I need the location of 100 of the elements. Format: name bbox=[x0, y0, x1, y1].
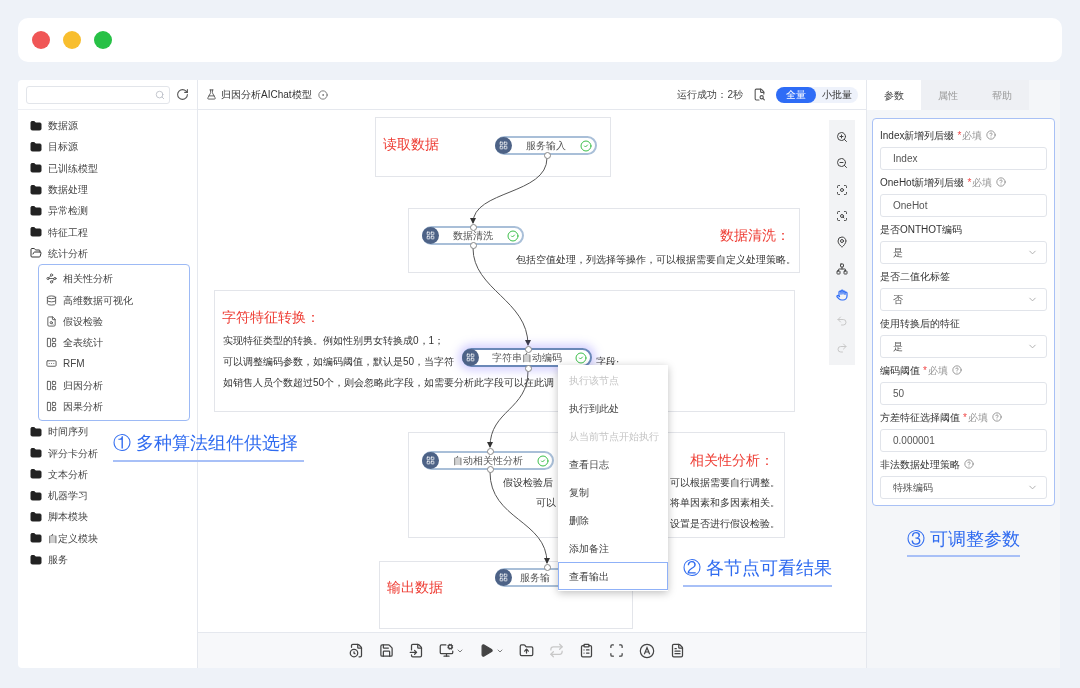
file-clock-icon[interactable] bbox=[349, 643, 364, 658]
note-title: 输出数据 bbox=[387, 579, 443, 595]
folder-icon bbox=[30, 140, 42, 153]
tree-item[interactable]: 目标源 bbox=[30, 136, 78, 158]
text-field[interactable]: 50 bbox=[880, 382, 1047, 405]
tree-item[interactable]: 脚本模块 bbox=[30, 506, 88, 528]
tree-item[interactable]: 特征工程 bbox=[30, 221, 88, 243]
folder-upload-icon[interactable] bbox=[519, 643, 534, 658]
select-field[interactable]: 是 bbox=[880, 335, 1047, 358]
text-field[interactable]: 0.000001 bbox=[880, 429, 1047, 452]
monitor-icon[interactable] bbox=[439, 643, 464, 658]
search-field[interactable] bbox=[26, 85, 170, 104]
mode-tab[interactable]: 小批量 bbox=[816, 86, 858, 103]
select-field[interactable]: 特殊编码 bbox=[880, 476, 1047, 499]
field-label: 是否二值化标签 bbox=[880, 269, 950, 284]
check-icon bbox=[580, 139, 592, 152]
document-icon[interactable] bbox=[670, 643, 685, 658]
folder-icon bbox=[30, 511, 42, 523]
circled-letter-icon[interactable] bbox=[639, 642, 655, 659]
help-icon[interactable] bbox=[951, 365, 962, 375]
grid-icon bbox=[462, 349, 479, 366]
callout-text: ① 多种算法组件供选择 bbox=[113, 430, 304, 462]
tree-item[interactable]: 时间序列 bbox=[30, 421, 88, 443]
help-icon[interactable] bbox=[996, 177, 1007, 187]
menu-item[interactable]: 添加备注 bbox=[558, 534, 668, 562]
folder-icon bbox=[30, 553, 42, 566]
flow-node[interactable]: 服务输 bbox=[495, 568, 558, 587]
target-icon[interactable] bbox=[317, 89, 328, 100]
refresh-icon[interactable] bbox=[176, 88, 189, 101]
menu-item[interactable]: 删除 bbox=[558, 506, 668, 534]
clipboard-icon[interactable] bbox=[579, 643, 594, 658]
tree-item[interactable]: 评分卡分析 bbox=[30, 442, 98, 464]
note-text: 实现特征类型的转换。例如性别男女转换成0，1； bbox=[223, 335, 445, 347]
required-text: 必填 bbox=[927, 363, 948, 378]
tree-item[interactable]: RFM bbox=[39, 353, 189, 375]
tree-item[interactable]: 异常检测 bbox=[30, 200, 88, 222]
mode-tab[interactable]: 全量 bbox=[776, 86, 816, 103]
menu-item[interactable]: 查看日志 bbox=[558, 450, 668, 478]
field-label: 编码阈值 bbox=[880, 363, 920, 378]
flow-node[interactable]: 服务输入 bbox=[495, 136, 597, 155]
tree-item[interactable]: 全表统计 bbox=[39, 331, 189, 354]
tree-item[interactable]: 数据源 bbox=[30, 115, 78, 137]
save-icon[interactable] bbox=[379, 643, 394, 658]
text-field[interactable]: OneHot bbox=[880, 194, 1047, 217]
menu-item[interactable]: 执行到此处 bbox=[558, 394, 668, 422]
run-status: 运行成功：2秒 bbox=[677, 88, 743, 102]
grid-icon bbox=[495, 569, 512, 586]
tree-item[interactable]: 服务 bbox=[30, 548, 68, 571]
help-icon[interactable] bbox=[991, 412, 1002, 422]
file-input-icon[interactable] bbox=[409, 643, 424, 658]
folder-icon bbox=[30, 119, 42, 132]
grid-icon bbox=[422, 227, 439, 244]
select-field[interactable]: 是 bbox=[880, 241, 1047, 264]
help-icon[interactable] bbox=[986, 130, 997, 140]
panel-tab[interactable]: 参数 bbox=[867, 80, 921, 110]
field-label: Index新增列后缀 bbox=[880, 128, 955, 143]
folder-icon bbox=[30, 468, 42, 481]
note-title: 数据清洗： bbox=[720, 227, 790, 243]
tree-item[interactable]: 数据处理 bbox=[30, 178, 88, 201]
required-mark: * bbox=[967, 175, 972, 190]
tree-item[interactable]: 已训练模型 bbox=[30, 157, 98, 179]
tree-item[interactable]: 因果分析 bbox=[39, 395, 189, 418]
check-icon bbox=[575, 351, 587, 364]
panel-icon bbox=[46, 337, 57, 349]
log-icon[interactable] bbox=[753, 88, 766, 101]
note-text: 将单因素和多因素相关。 bbox=[670, 497, 780, 509]
text-field[interactable]: Index bbox=[880, 147, 1047, 170]
database-icon bbox=[46, 294, 57, 306]
panel-icon bbox=[46, 379, 57, 391]
tree-item[interactable]: 统计分析 bbox=[30, 242, 88, 265]
tree-item[interactable]: 机器学习 bbox=[30, 485, 88, 507]
tree-item[interactable]: 文本分析 bbox=[30, 463, 88, 486]
field-label: 非法数据处理策略 bbox=[880, 457, 960, 472]
tag-icon bbox=[46, 358, 57, 370]
folder-icon bbox=[30, 425, 42, 438]
nodes-icon bbox=[46, 273, 57, 285]
select-field[interactable]: 否 bbox=[880, 288, 1047, 311]
flow-node[interactable]: 数据清洗 bbox=[422, 226, 524, 245]
folder-icon bbox=[30, 532, 42, 545]
flow-node[interactable]: 字符串自动编码 bbox=[462, 348, 592, 367]
callout-text: ③ 可调整参数 bbox=[907, 526, 1020, 557]
file-search-icon bbox=[46, 315, 57, 327]
tree-item[interactable]: 高维数据可视化 bbox=[39, 289, 189, 311]
folder-icon bbox=[30, 162, 42, 175]
tree-item[interactable]: 自定义模块 bbox=[30, 527, 98, 549]
tree-item[interactable]: 相关性分析 bbox=[39, 268, 189, 290]
note-text: 可以调整编码参数，如编码阈值，默认是50，当字符 bbox=[223, 356, 455, 368]
panel-icon bbox=[46, 401, 57, 412]
tree-item[interactable]: 归因分析 bbox=[39, 374, 189, 396]
menu-item[interactable]: 复制 bbox=[558, 478, 668, 506]
flow-node[interactable]: 自动相关性分析 bbox=[422, 451, 554, 470]
play-icon[interactable] bbox=[479, 643, 504, 658]
model-title: 归因分析AIChat模型 bbox=[221, 88, 312, 102]
required-text: 必填 bbox=[962, 128, 983, 143]
tree-item[interactable]: 假设检验 bbox=[39, 310, 189, 332]
menu-item[interactable]: 查看输出 bbox=[558, 562, 668, 590]
bracket-icon[interactable] bbox=[609, 643, 624, 658]
grid-icon bbox=[422, 452, 439, 469]
help-icon[interactable] bbox=[964, 459, 974, 469]
required-text: 必填 bbox=[967, 410, 988, 425]
